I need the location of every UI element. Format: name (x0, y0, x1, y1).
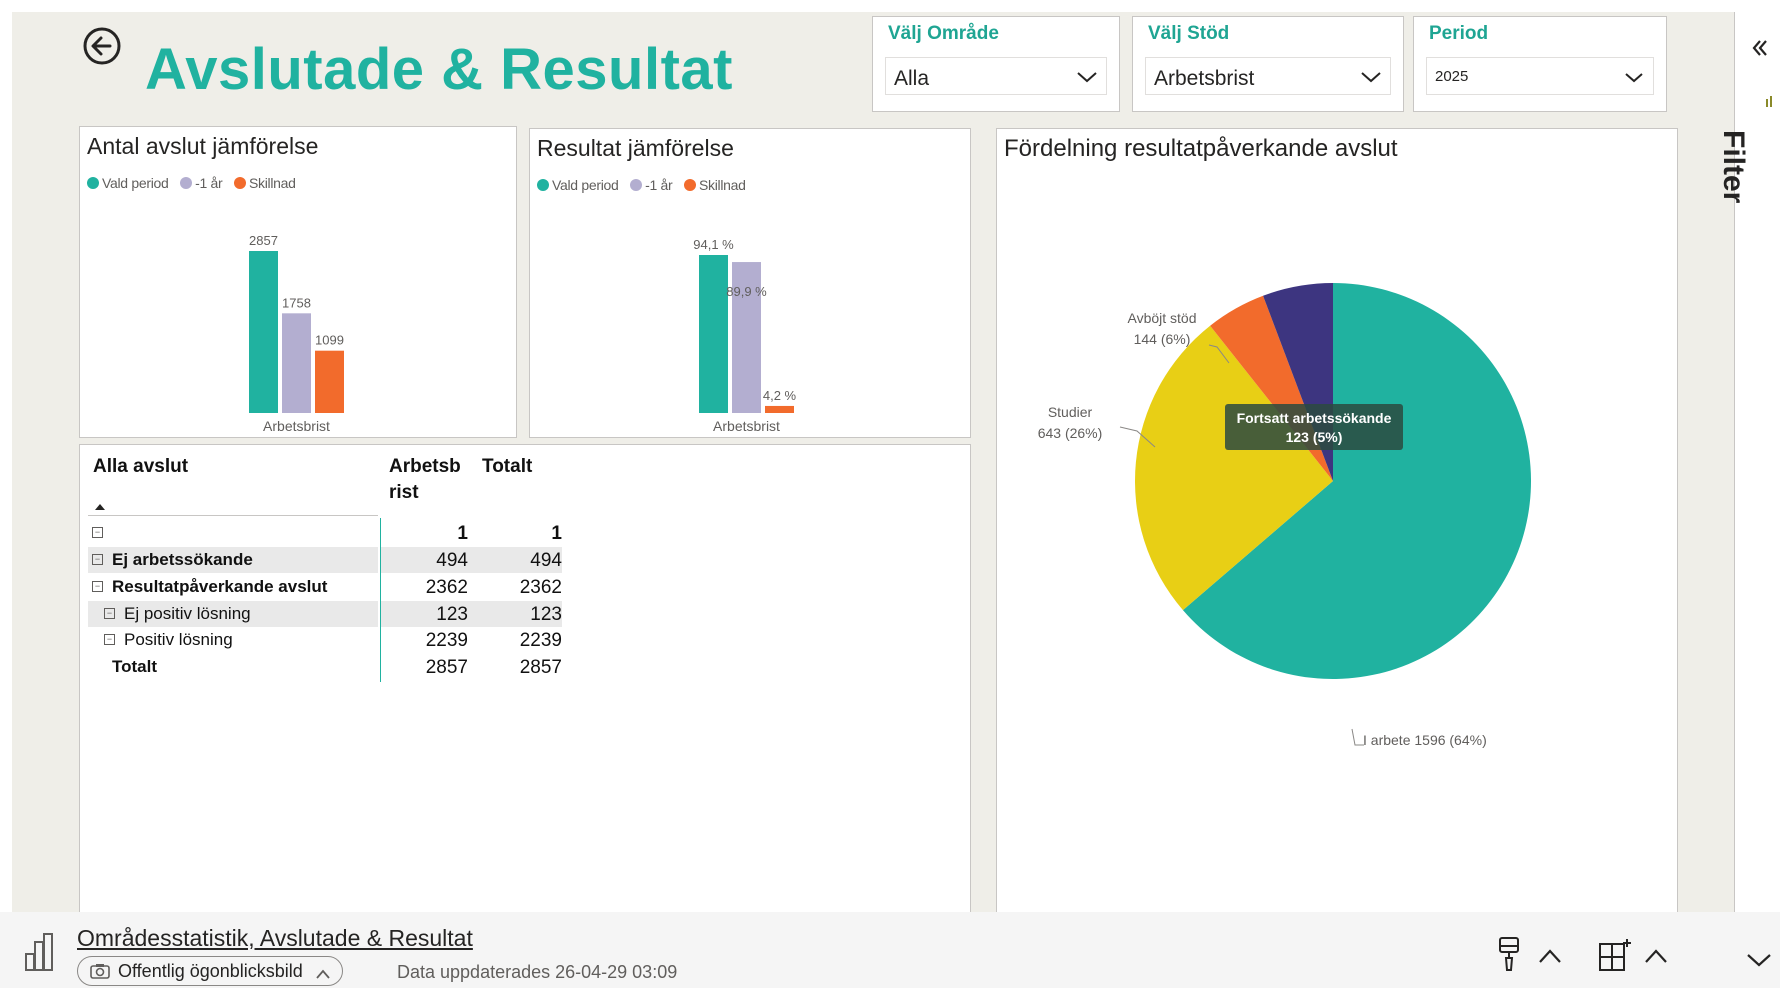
report-page: Avslutade & Resultat Välj Område Alla Vä… (12, 12, 1734, 916)
report-title-link[interactable]: Områdesstatistik, Avslutade & Resultat (77, 925, 473, 952)
app-canvas: Avslutade & Resultat Välj Område Alla Vä… (0, 0, 1780, 988)
bar-data-label: 1758 (282, 295, 311, 310)
slicer-omrade-label: Välj Område (888, 23, 999, 44)
pie-data-label: 144 (6%) (1134, 331, 1191, 347)
row-label: Resultatpåverkande avslut (112, 577, 328, 596)
bar-vald-period[interactable] (249, 251, 278, 413)
bar-data-label: 2857 (249, 233, 278, 248)
paint-brush-icon[interactable] (1496, 936, 1522, 972)
category-tick-label: Arbetsbrist (713, 418, 780, 434)
tooltip-name: Fortsatt arbetssökande (1237, 410, 1392, 426)
pie-data-label: I arbete 1596 (64%) (1363, 732, 1487, 748)
filter-bars-icon (1766, 96, 1772, 107)
cell-arbetsbrist: 494 (436, 550, 468, 571)
matrix-header-col1[interactable]: Arbetsb (389, 456, 461, 478)
cell-arbetsbrist: 123 (436, 604, 468, 625)
header-divider (88, 515, 378, 516)
arrow-left-circle-icon[interactable] (82, 26, 122, 66)
expand-collapse-icon[interactable]: − (92, 527, 103, 538)
snapshot-dropdown[interactable]: Offentlig ögonblicksbild (77, 956, 343, 986)
sort-ascending-icon[interactable] (94, 503, 106, 511)
cell-arbetsbrist: 2362 (425, 577, 468, 598)
pie-data-label: Studier (1048, 404, 1093, 420)
chevron-up-icon[interactable] (1538, 948, 1562, 964)
add-visual-grid-icon[interactable] (1598, 938, 1632, 972)
pie-tooltip: Fortsatt arbetssökande 123 (5%) (1225, 404, 1403, 450)
chevron-up-icon[interactable] (1644, 948, 1668, 964)
slicer-omrade: Välj Område Alla (872, 16, 1120, 112)
bar-chart-plot: 94,1 % 89,9 % 4,2 % Arbetsbrist (693, 237, 797, 434)
bar-skillnad[interactable] (315, 350, 344, 413)
cell-totalt: 494 (530, 550, 562, 571)
bar-data-label: 1099 (315, 333, 344, 348)
report-chart-icon (25, 933, 53, 971)
chevron-down-icon (1361, 72, 1381, 83)
cell-arbetsbrist: 1 (457, 523, 468, 544)
cell-totalt: 2362 (519, 577, 562, 598)
row-label: Totalt (112, 657, 158, 676)
slicer-omrade-value: Alla (894, 67, 930, 90)
cell-arbetsbrist: 2857 (425, 657, 468, 678)
chart-antal-avslut[interactable]: Antal avslut jämförelse Vald period -1 å… (79, 126, 517, 438)
slicer-omrade-dropdown[interactable]: Alla (885, 57, 1107, 95)
table-row[interactable]: − Ej positiv lösning 123 123 (88, 601, 562, 627)
pie-chart-plot: I arbete 1596 (64%) Studier 643 (26%) Avböj… (1038, 283, 1531, 748)
chevron-down-icon (1077, 72, 1097, 83)
pie-data-label: Avböjt stöd (1127, 310, 1196, 326)
table-row[interactable]: − Positiv lösning 2239 2239 (88, 627, 562, 653)
cell-totalt: 2239 (519, 630, 562, 651)
matrix-header-col2[interactable]: Totalt (482, 456, 532, 478)
bar-data-label: 94,1 % (693, 237, 734, 252)
page-title: Avslutade & Resultat (145, 37, 733, 102)
bar-vald-period[interactable] (699, 255, 728, 413)
tooltip-value: 123 (5%) (1286, 429, 1343, 445)
slicer-period-dropdown[interactable]: 2025 (1426, 57, 1654, 95)
matrix-header-col1-wrap: rist (389, 482, 419, 503)
slicer-stod-dropdown[interactable]: Arbetsbrist (1145, 57, 1391, 95)
chart-fordelning[interactable]: Fördelning resultatpåverkande avslut I a… (996, 128, 1678, 916)
expand-collapse-icon[interactable]: − (92, 581, 103, 592)
data-updated-text: Data uppdaterades 26-04-29 03:09 (397, 962, 678, 982)
bar-data-label: 89,9 % (726, 284, 767, 299)
matrix-column-divider (380, 518, 381, 682)
chevron-down-icon[interactable] (1746, 952, 1772, 968)
double-chevron-left-icon[interactable] (1750, 38, 1770, 58)
cell-totalt: 2857 (519, 657, 562, 678)
camera-icon (90, 964, 110, 979)
cell-totalt: 1 (551, 523, 562, 544)
table-row[interactable]: − Resultatpåverkande avslut 2362 2362 (88, 574, 562, 600)
table-row[interactable]: − Ej arbetssökande 494 494 (88, 547, 562, 573)
slicer-stod-label: Välj Stöd (1148, 23, 1230, 44)
slicer-period: Period 2025 (1413, 16, 1667, 112)
expand-collapse-icon[interactable]: − (104, 634, 115, 645)
footer-bar: Områdesstatistik, Avslutade & Resultat O… (0, 912, 1780, 988)
pie-data-label: 643 (26%) (1038, 425, 1103, 441)
expand-collapse-icon[interactable]: − (92, 554, 103, 565)
slicer-period-value: 2025 (1435, 68, 1469, 85)
filter-pane-label[interactable]: Filter (1716, 130, 1750, 203)
slicer-stod: Välj Stöd Arbetsbrist (1132, 16, 1404, 112)
category-tick-label: Arbetsbrist (263, 418, 330, 434)
chart-resultat[interactable]: Resultat jämförelse Vald period -1 år Sk… (529, 128, 971, 438)
snapshot-label: Offentlig ögonblicksbild (118, 961, 303, 981)
chevron-up-icon (316, 969, 330, 979)
row-label: Positiv lösning (124, 630, 233, 649)
cell-totalt: 123 (530, 604, 562, 625)
chevron-down-icon (1625, 73, 1643, 83)
expand-collapse-icon[interactable]: − (104, 608, 115, 619)
row-label: Ej positiv lösning (124, 604, 251, 623)
bar-chart-plot: 2857 1758 1099 Arbetsbrist (249, 233, 344, 434)
bar-skillnad[interactable] (765, 405, 794, 413)
slicer-stod-value: Arbetsbrist (1154, 67, 1255, 90)
matrix-header-label[interactable]: Alla avslut (93, 456, 188, 478)
slicer-period-label: Period (1429, 23, 1489, 44)
bar--1-r[interactable] (282, 313, 311, 413)
cell-arbetsbrist: 2239 (425, 630, 468, 651)
table-row[interactable]: − 1 1 (88, 520, 562, 546)
row-label: Ej arbetssökande (112, 550, 253, 569)
table-row[interactable]: Totalt 2857 2857 (88, 654, 562, 680)
bar-data-label: 4,2 % (763, 388, 797, 403)
